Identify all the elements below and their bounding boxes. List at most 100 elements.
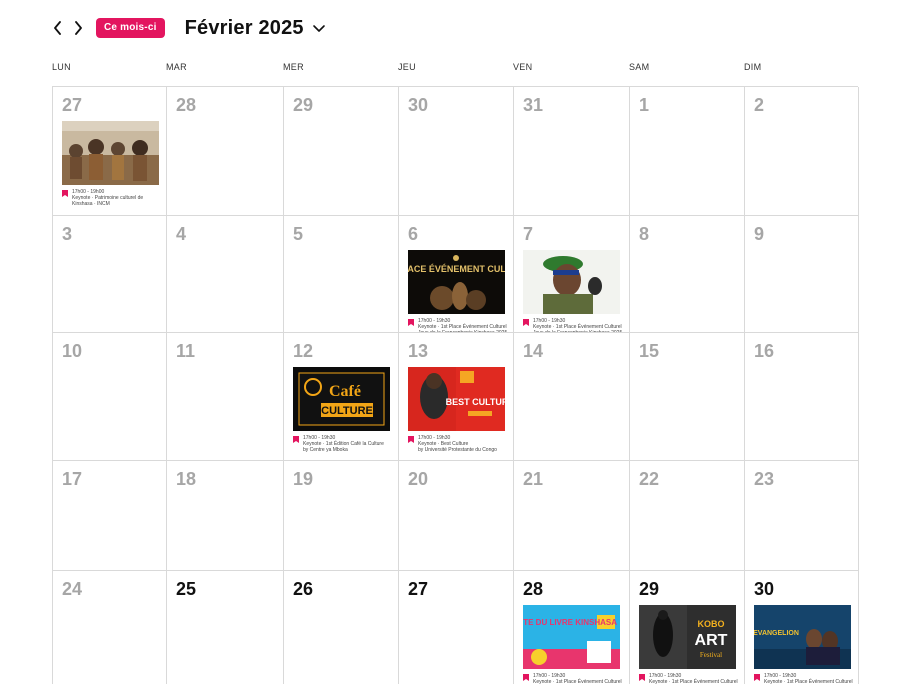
day-number: 16 bbox=[754, 341, 775, 361]
bookmark-icon bbox=[754, 674, 760, 681]
event-card[interactable]: EVANGELION 17h00 - 19h30 Keynote · 1st Pl… bbox=[754, 605, 853, 684]
event-card[interactable]: 17h00 - 19h00 Keynote · Patrimoine cultur… bbox=[62, 121, 159, 207]
bookmark-icon bbox=[523, 319, 529, 326]
day-number: 1 bbox=[639, 95, 650, 115]
day-number: 2 bbox=[754, 95, 765, 115]
chevron-down-icon[interactable] bbox=[312, 21, 326, 35]
day-cell[interactable]: 10 bbox=[53, 333, 167, 461]
event-card[interactable]: 1ST PLACE ÉVÉNEMENT CULTUREL 17h00 - 19h… bbox=[408, 250, 507, 332]
event-details: 17h00 - 19h30 Keynote · 1st Place Événeme… bbox=[649, 673, 738, 684]
day-cell[interactable]: 2 bbox=[745, 87, 859, 216]
event-thumbnail[interactable]: EVANGELION bbox=[754, 605, 851, 669]
day-cell[interactable]: 20 bbox=[399, 461, 514, 571]
day-number: 17 bbox=[62, 469, 83, 489]
weekday-label: MER bbox=[283, 62, 304, 72]
event-card[interactable]: Café CULTURE 17h00 - 19h30 Keynote · 1st É… bbox=[293, 367, 390, 453]
day-cell[interactable]: 6 1ST PLACE ÉVÉNEMENT CULTUREL 17h00 - 19… bbox=[399, 216, 514, 333]
calendar-grid: 27 17h00 - 19h00 Keynote · Patrimoine cul… bbox=[52, 86, 859, 684]
this-month-button[interactable]: Ce mois-ci bbox=[96, 18, 165, 38]
day-number: 12 bbox=[293, 341, 314, 361]
day-number: 25 bbox=[176, 579, 197, 599]
event-meta: 17h00 - 19h30 Keynote · 1st Place Événeme… bbox=[523, 318, 622, 332]
day-cell[interactable]: 16 bbox=[745, 333, 859, 461]
event-meta: 17h00 - 19h30 Keynote · 1st Place Événeme… bbox=[523, 673, 622, 684]
bookmark-icon bbox=[408, 319, 414, 326]
day-number: 8 bbox=[639, 224, 650, 244]
day-cell[interactable]: 21 bbox=[514, 461, 630, 571]
day-cell[interactable]: 18 bbox=[167, 461, 284, 571]
event-thumbnail[interactable]: Café CULTURE bbox=[293, 367, 390, 431]
day-number: 28 bbox=[176, 95, 197, 115]
bookmark-icon bbox=[408, 436, 414, 443]
thumb-title: EVANGELION bbox=[754, 630, 799, 637]
day-number: 11 bbox=[176, 341, 196, 361]
event-card[interactable]: BEST CULTURE 17h00 - 19h30Keynote · Best… bbox=[408, 367, 505, 453]
day-cell[interactable]: 14 bbox=[514, 333, 630, 461]
event-meta: 17h00 - 19h30 Keynote · 1st Édition Café … bbox=[293, 435, 390, 453]
day-cell[interactable]: 29 KOBO ART Festival 17h00 - 19h30 Keynote ·… bbox=[630, 571, 745, 684]
thumb-title-line3: Festival bbox=[700, 651, 722, 659]
bookmark-icon bbox=[523, 674, 529, 681]
day-cell[interactable]: 27 17h00 - 19h00 Keynote · Patrimoine cul… bbox=[53, 87, 167, 216]
event-title: Keynote · 1st Place Événement Culturel bbox=[764, 679, 853, 684]
day-cell[interactable]: 7 17h00 - 19h30 Keynote · 1st Place Événe… bbox=[514, 216, 630, 333]
day-cell[interactable]: 28 bbox=[167, 87, 284, 216]
day-cell[interactable]: 12 Café CULTURE 17h00 - 19h30 Keynote · 1st… bbox=[284, 333, 399, 461]
day-number: 23 bbox=[754, 469, 775, 489]
event-card[interactable]: FÊTE DU LIVRE KINSHASA 17h00 - 19h30 Keyn… bbox=[523, 605, 622, 684]
day-cell[interactable]: 19 bbox=[284, 461, 399, 571]
day-number: 21 bbox=[523, 469, 544, 489]
day-cell[interactable]: 5 bbox=[284, 216, 399, 333]
day-number: 28 bbox=[523, 579, 544, 599]
event-details: 17h00 - 19h30 Keynote · Best Culture by Un… bbox=[418, 435, 497, 453]
day-number: 15 bbox=[639, 341, 660, 361]
event-thumbnail[interactable] bbox=[523, 250, 620, 314]
day-cell[interactable]: 28 FÊTE DU LIVRE KINSHASA 17h00 - 19h30 Ke… bbox=[514, 571, 630, 684]
day-number: 26 bbox=[293, 579, 314, 599]
day-cell[interactable]: 1 bbox=[630, 87, 745, 216]
thumb-title: BEST CULTURE bbox=[446, 397, 505, 407]
event-meta: 17h00 - 19h30 Keynote · Best Culture by Un… bbox=[408, 435, 505, 453]
day-cell[interactable]: 31 bbox=[514, 87, 630, 216]
day-cell[interactable]: 22 bbox=[630, 461, 745, 571]
event-title: Keynote · 1st Place Événement Culturel bbox=[533, 679, 622, 684]
event-thumbnail[interactable]: KOBO ART Festival bbox=[639, 605, 736, 669]
event-details: 17h00 - 19h30 Keynote · 1st Place Événeme… bbox=[764, 673, 853, 684]
day-cell[interactable]: 8 bbox=[630, 216, 745, 333]
day-cell[interactable]: 29 bbox=[284, 87, 399, 216]
day-number: 22 bbox=[639, 469, 660, 489]
day-cell[interactable]: 27 bbox=[399, 571, 514, 684]
day-cell[interactable]: 25 bbox=[167, 571, 284, 684]
day-cell[interactable]: 26 bbox=[284, 571, 399, 684]
event-card[interactable]: KOBO ART Festival 17h00 - 19h30 Keynote · 1… bbox=[639, 605, 738, 684]
event-thumbnail[interactable]: FÊTE DU LIVRE KINSHASA bbox=[523, 605, 620, 669]
bookmark-icon bbox=[293, 436, 299, 443]
day-number: 27 bbox=[408, 579, 429, 599]
event-thumbnail[interactable]: BEST CULTURE bbox=[408, 367, 505, 431]
day-cell[interactable]: 30 bbox=[399, 87, 514, 216]
chevron-right-icon[interactable] bbox=[68, 16, 88, 40]
thumb-title-line2: ART bbox=[695, 632, 728, 649]
thumb-title: FÊTE DU LIVRE KINSHASA bbox=[523, 618, 617, 627]
day-cell[interactable]: 3 bbox=[53, 216, 167, 333]
day-cell[interactable]: 24 bbox=[53, 571, 167, 684]
event-thumbnail[interactable] bbox=[62, 121, 159, 185]
day-number: 7 bbox=[523, 224, 534, 244]
day-cell[interactable]: 4 bbox=[167, 216, 284, 333]
day-number: 6 bbox=[408, 224, 419, 244]
event-details: 17h00 - 19h30 Keynote · 1st Place Événeme… bbox=[418, 318, 507, 332]
day-cell[interactable]: 9 bbox=[745, 216, 859, 333]
day-number: 4 bbox=[176, 224, 187, 244]
day-cell[interactable]: 15 bbox=[630, 333, 745, 461]
day-number: 18 bbox=[176, 469, 197, 489]
day-number: 19 bbox=[293, 469, 314, 489]
chevron-left-icon[interactable] bbox=[48, 16, 68, 40]
day-cell[interactable]: 11 bbox=[167, 333, 284, 461]
month-title[interactable]: Février 2025 bbox=[185, 17, 304, 40]
event-thumbnail[interactable]: 1ST PLACE ÉVÉNEMENT CULTUREL bbox=[408, 250, 505, 314]
day-cell[interactable]: 17 bbox=[53, 461, 167, 571]
day-cell[interactable]: 13 BEST CULTURE 17h00 - 19h30Keynote · Be… bbox=[399, 333, 514, 461]
event-card[interactable]: 17h00 - 19h30 Keynote · 1st Place Événeme… bbox=[523, 250, 622, 332]
day-cell[interactable]: 30 EVANGELION 17h00 - 19h30 Keynote · 1st … bbox=[745, 571, 859, 684]
day-cell[interactable]: 23 bbox=[745, 461, 859, 571]
